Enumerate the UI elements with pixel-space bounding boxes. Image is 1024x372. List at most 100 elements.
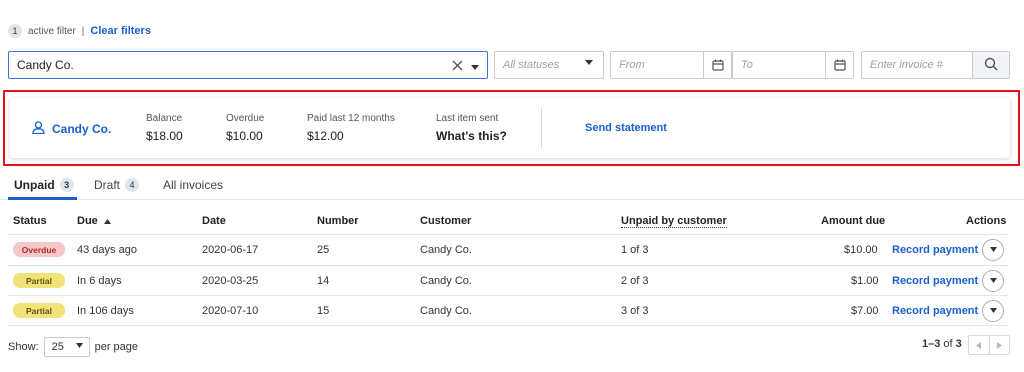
tab-count-badge: 4 [125, 178, 140, 192]
send-statement-link[interactable]: Send statement [585, 122, 667, 134]
tab-count-badge: 3 [59, 178, 74, 192]
chevron-down-icon [75, 343, 83, 350]
tab-unpaid[interactable]: Unpaid 3 [14, 178, 74, 192]
per-page-value: 25 [51, 341, 64, 353]
tab-label: Unpaid [14, 178, 55, 192]
chevron-down-icon [989, 246, 997, 254]
overdue-label: Overdue [226, 113, 265, 124]
row-divider [8, 325, 1008, 326]
amount-due-cell: $1.00 [851, 275, 879, 287]
customer-cell: Candy Co. [420, 244, 472, 256]
customer-cell: Candy Co. [420, 275, 472, 287]
column-header-amount-due[interactable]: Amount due [821, 215, 885, 227]
calendar-icon[interactable] [825, 52, 853, 78]
row-actions-dropdown[interactable] [982, 239, 1004, 261]
tabs-divider [0, 199, 1024, 200]
date-to-placeholder: To [741, 59, 753, 71]
amount-due-cell: $10.00 [844, 244, 878, 256]
next-page-button[interactable] [990, 336, 1010, 354]
status-badge: Partial [13, 303, 65, 318]
paid-label: Paid last 12 months [307, 113, 395, 124]
date-to-input[interactable]: To [732, 51, 854, 79]
due-cell: 43 days ago [77, 244, 137, 256]
paid-stat: Paid last 12 months $12.00 [307, 113, 395, 143]
row-actions-dropdown[interactable] [982, 270, 1004, 292]
column-header-customer[interactable]: Customer [420, 215, 471, 227]
date-cell: 2020-03-25 [202, 275, 259, 287]
balance-label: Balance [146, 113, 183, 124]
show-label: Show: [8, 341, 39, 353]
due-cell: In 6 days [77, 275, 122, 287]
balance-stat: Balance $18.00 [146, 113, 183, 143]
row-divider [8, 265, 1008, 266]
column-header-unpaid-by-customer[interactable]: Unpaid by customer [621, 215, 727, 228]
filter-separator: | [81, 25, 85, 37]
active-filter-count: 1 [8, 24, 22, 38]
chevron-down-icon[interactable] [471, 58, 479, 74]
row-divider [8, 295, 1008, 296]
paid-value: $12.00 [307, 129, 344, 143]
clear-filters-link[interactable]: Clear filters [90, 25, 151, 37]
unpaid-by-customer-cell: 3 of 3 [621, 305, 649, 317]
record-payment-link[interactable]: Record payment [892, 244, 978, 256]
row-actions-dropdown[interactable] [982, 300, 1004, 322]
unpaid-by-customer-cell: 2 of 3 [621, 275, 649, 287]
customer-link[interactable]: Candy Co. [32, 121, 111, 137]
chevron-down-icon [989, 307, 997, 315]
date-from-placeholder: From [619, 59, 645, 71]
card-divider [541, 107, 542, 149]
pagination-range: 1–3 [922, 338, 941, 350]
per-page-select[interactable]: 25 [43, 337, 90, 357]
column-header-status: Status [13, 215, 47, 227]
per-page-control: Show: 25 per page [8, 337, 138, 357]
invoice-number-placeholder: Enter invoice # [870, 59, 943, 71]
chevron-down-icon [585, 59, 593, 68]
balance-value: $18.00 [146, 129, 183, 143]
column-header-actions: Actions [966, 215, 1007, 227]
amount-due-cell: $7.00 [851, 305, 879, 317]
date-from-input[interactable]: From [610, 51, 732, 79]
column-header-number[interactable]: Number [317, 215, 359, 227]
unpaid-by-customer-cell: 1 of 3 [621, 244, 649, 256]
customer-name: Candy Co. [52, 122, 112, 136]
record-payment-link[interactable]: Record payment [892, 305, 978, 317]
invoice-number-input[interactable]: Enter invoice # [861, 51, 973, 79]
customer-filter-input[interactable]: Candy Co. [8, 51, 488, 79]
number-cell: 25 [317, 244, 330, 256]
number-cell: 15 [317, 305, 330, 317]
whats-this-link[interactable]: What's this? [436, 129, 507, 143]
sort-ascending-icon [103, 215, 111, 227]
status-placeholder: All statuses [503, 59, 560, 71]
chevron-down-icon [989, 277, 997, 285]
status-badge: Partial [13, 273, 65, 288]
customer-cell: Candy Co. [420, 305, 472, 317]
record-payment-link[interactable]: Record payment [892, 275, 978, 287]
column-header-date[interactable]: Date [202, 215, 226, 227]
customer-filter-value: Candy Co. [17, 58, 74, 72]
pagination-summary: 1–3 of 3 [922, 338, 962, 350]
row-divider [8, 234, 1008, 235]
due-cell: In 106 days [77, 305, 134, 317]
last-item-stat: Last item sent What's this? [436, 113, 507, 143]
tab-label: All invoices [163, 178, 224, 192]
active-filters-summary: 1 active filter | Clear filters [8, 24, 151, 38]
calendar-icon[interactable] [703, 52, 731, 78]
number-cell: 14 [317, 275, 330, 287]
column-header-label: Due [77, 215, 98, 227]
overdue-value: $10.00 [226, 129, 263, 143]
search-icon [984, 57, 998, 74]
pagination-total: 3 [955, 338, 962, 350]
pagination-buttons [968, 335, 1010, 355]
date-cell: 2020-07-10 [202, 305, 259, 317]
tab-all-invoices[interactable]: All invoices [163, 178, 223, 192]
status-select[interactable]: All statuses [494, 51, 604, 79]
per-page-label: per page [94, 341, 139, 353]
column-header-due[interactable]: Due [77, 215, 111, 227]
search-button[interactable] [972, 51, 1010, 79]
clear-customer-icon[interactable] [452, 58, 463, 74]
status-badge: Overdue [13, 242, 65, 257]
tab-draft[interactable]: Draft 4 [94, 178, 140, 192]
previous-page-button[interactable] [969, 336, 990, 354]
active-filter-label: active filter [28, 25, 76, 37]
pagination-of: of [943, 338, 953, 350]
